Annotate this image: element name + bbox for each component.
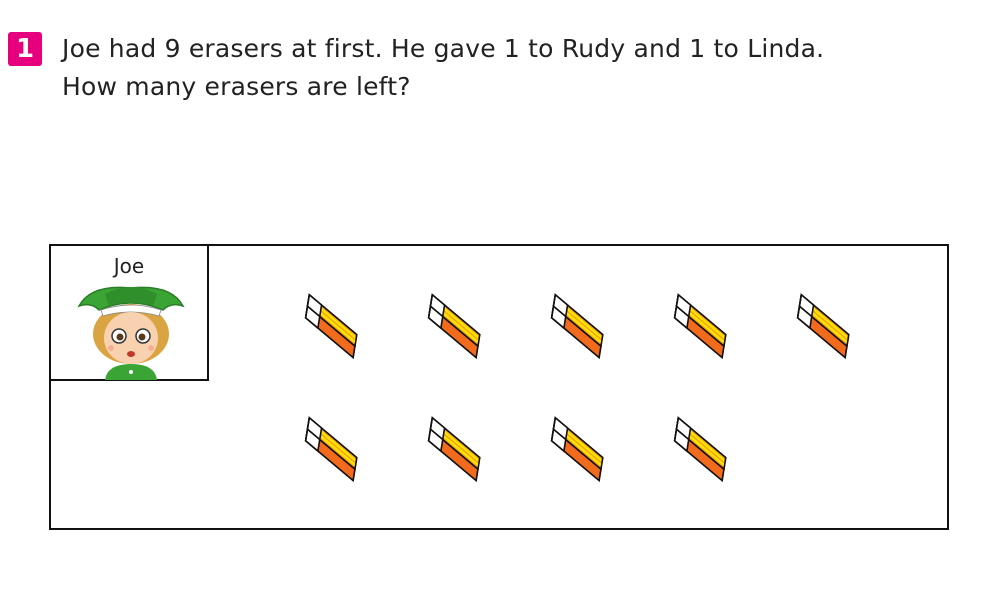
joe-avatar-icon: [77, 286, 185, 380]
eraser-icon: [652, 408, 742, 498]
eraser-icon: [775, 285, 865, 375]
question-line-2: How many erasers are left?: [62, 72, 411, 101]
eraser-icon: [652, 285, 742, 375]
eraser-icon: [283, 285, 373, 375]
eraser-icon: [283, 408, 373, 498]
eraser-icon: [529, 408, 619, 498]
question-text: Joe had 9 erasers at first. He gave 1 to…: [62, 30, 992, 106]
character-box: Joe: [49, 244, 209, 381]
eraser-icon: [406, 285, 496, 375]
problem-number-badge: 1: [8, 32, 42, 66]
question-line-1: Joe had 9 erasers at first. He gave 1 to…: [62, 34, 825, 63]
eraser-icon: [529, 285, 619, 375]
eraser-icon: [406, 408, 496, 498]
character-name: Joe: [113, 254, 145, 278]
